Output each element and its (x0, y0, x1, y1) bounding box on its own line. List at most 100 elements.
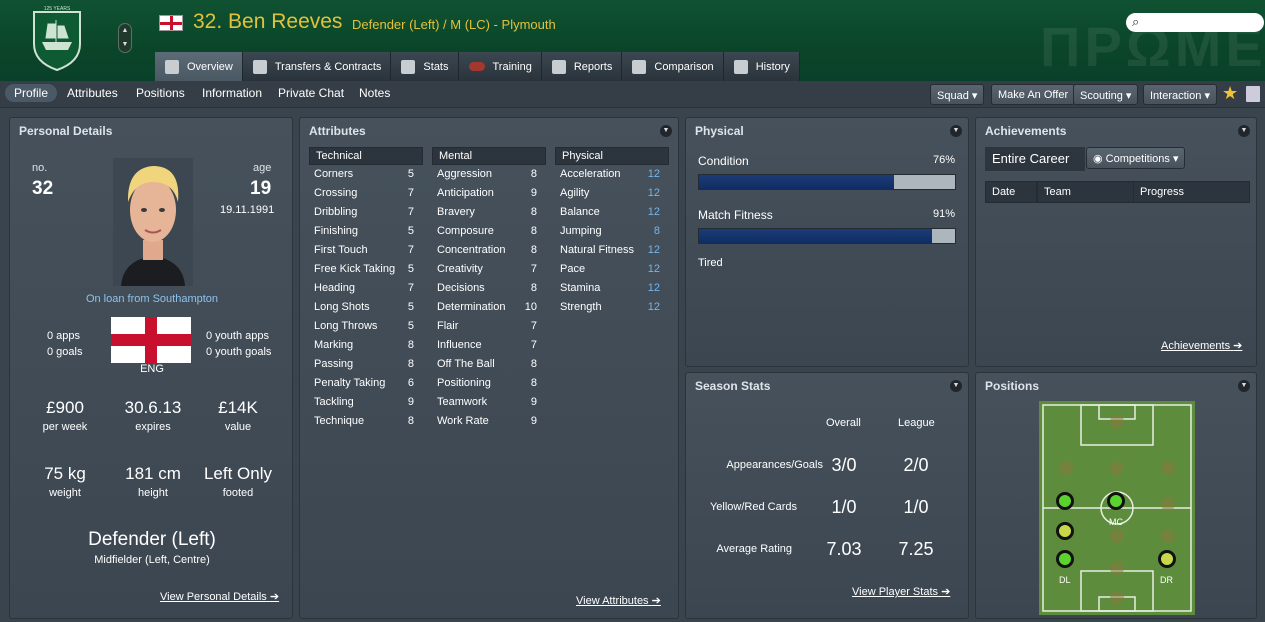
position-dot-dr[interactable] (1158, 550, 1176, 568)
view-personal-details-link[interactable]: View Personal Details ➔ (160, 590, 279, 603)
player-subtitle: Defender (Left) / M (LC) - Plymouth (352, 17, 556, 32)
personal-details-panel: Personal Details no. 32 age 19 19.11.199… (9, 117, 293, 619)
arrow-right-icon: ➔ (269, 591, 280, 603)
competitions-dropdown[interactable]: ◉ Competitions ▾ (1086, 147, 1186, 169)
arrow-right-icon: ➔ (941, 586, 951, 598)
appearances-league: 2/0 (903, 455, 929, 475)
shortlist-star-icon[interactable]: ★ (1222, 83, 1238, 104)
subnav-notes[interactable]: Notes (359, 86, 390, 100)
make-an-offer-button[interactable]: Make An Offer (991, 84, 1076, 105)
subnav-information[interactable]: Information (202, 86, 262, 100)
position-dot-wbl[interactable] (1056, 522, 1074, 540)
tab-transfers-contracts[interactable]: Transfers & Contracts (242, 52, 392, 81)
attribute-value: 5 (407, 225, 414, 237)
attribute-name: Long Shots (314, 301, 370, 313)
interaction-dropdown[interactable]: Interaction ▾ (1143, 84, 1217, 105)
attribute-name: Bravery (437, 206, 475, 218)
number-label: no. (32, 162, 48, 174)
attribute-value: 7 (407, 206, 414, 218)
position-pitch: MC DL DR (1039, 401, 1195, 615)
subnav-private-chat[interactable]: Private Chat (278, 86, 344, 100)
position-slot-dmc (1110, 529, 1124, 543)
condition-value: 76% (933, 154, 956, 166)
attribute-name: Dribbling (314, 206, 358, 218)
tab-training[interactable]: Training (458, 52, 542, 81)
attribute-value: 8 (530, 282, 537, 294)
date-column-header[interactable]: Date (985, 181, 1037, 203)
view-attributes-link[interactable]: View Attributes ➔ (576, 594, 661, 607)
loan-status[interactable]: On loan from Southampton (10, 293, 294, 305)
squad-dropdown[interactable]: Squad ▾ (930, 84, 985, 105)
attribute-name: Positioning (437, 377, 491, 389)
scouting-dropdown[interactable]: Scouting ▾ (1073, 84, 1139, 105)
attribute-name: Free Kick Taking (314, 263, 396, 275)
england-flag (111, 317, 191, 363)
subnav-positions[interactable]: Positions (136, 86, 185, 100)
youth-apps-count: 0 youth apps (206, 330, 269, 342)
progress-column-header[interactable]: Progress (1133, 181, 1250, 203)
age-label: age (253, 162, 272, 174)
panel-menu-icon[interactable]: ▼ (1238, 380, 1250, 392)
league-column-header: League (898, 417, 935, 429)
condition-label: Condition (698, 154, 749, 168)
attribute-name: Influence (437, 339, 482, 351)
height-label: height (138, 487, 168, 499)
position-slot-sw (1110, 591, 1124, 605)
cards-overall: 1/0 (831, 497, 857, 517)
arrow-right-icon: ➔ (651, 595, 661, 607)
attribute-name: Corners (314, 168, 354, 180)
attribute-value: 7 (407, 187, 414, 199)
overall-column-header: Overall (826, 417, 861, 429)
tab-stats[interactable]: Stats (391, 52, 459, 81)
view-player-stats-link[interactable]: View Player Stats ➔ (852, 585, 950, 598)
height-value: 181 cm (125, 464, 181, 483)
goals-count: 0 goals (47, 346, 83, 358)
position-dot-mc[interactable] (1107, 492, 1125, 510)
attribute-value: 10 (524, 301, 537, 313)
eye-icon: ◉ (1093, 153, 1103, 165)
position-dot-ml[interactable] (1056, 492, 1074, 510)
attribute-name: Jumping (560, 225, 602, 237)
rugby-ball-icon (468, 62, 485, 71)
position-slot-dc (1110, 561, 1124, 575)
player-scroll-arrows[interactable]: ▲ ▼ (118, 23, 132, 53)
footed-label: footed (222, 487, 254, 499)
panel-menu-icon[interactable]: ▼ (660, 125, 672, 137)
panel-menu-icon[interactable]: ▼ (950, 380, 962, 392)
attribute-value: 12 (647, 244, 660, 256)
position-dot-dl[interactable] (1056, 550, 1074, 568)
tab-history[interactable]: History (723, 52, 800, 81)
attribute-name: First Touch (314, 244, 368, 256)
attribute-value: 7 (407, 244, 414, 256)
footed-value: Left Only (203, 464, 273, 483)
notes-icon[interactable] (1246, 86, 1260, 102)
yellow-red-cards-label: Yellow/Red Cards (709, 501, 797, 513)
attribute-name: Decisions (437, 282, 485, 294)
entire-career-tab[interactable]: Entire Career (985, 147, 1085, 171)
profile-card-icon (165, 59, 179, 74)
apps-count: 0 apps (47, 330, 81, 342)
achievements-link[interactable]: Achievements ➔ (1161, 339, 1242, 352)
appearances-goals-label: Appearances/Goals (726, 459, 823, 471)
position-slot-gk (1110, 415, 1124, 429)
attribute-value: 5 (407, 168, 414, 180)
appearances-overall: 3/0 (831, 455, 857, 475)
subnav-profile[interactable]: Profile (5, 84, 58, 102)
tab-reports[interactable]: Reports (541, 52, 623, 81)
attribute-name: Balance (560, 206, 600, 218)
panel-title: Physical (695, 124, 744, 138)
subnav-attributes[interactable]: Attributes (67, 86, 118, 100)
tab-overview[interactable]: Overview (155, 52, 243, 81)
search-input[interactable]: ⌕ (1126, 13, 1264, 32)
attribute-name: Pace (560, 263, 586, 275)
team-column-header[interactable]: Team (1037, 181, 1139, 203)
attribute-name: Off The Ball (437, 358, 495, 370)
panel-menu-icon[interactable]: ▼ (1238, 125, 1250, 137)
attribute-name: Heading (314, 282, 355, 294)
season-stats-panel: Season Stats ▼ Overall League Appearance… (685, 372, 969, 619)
panel-title: Season Stats (695, 379, 771, 393)
panel-title: Achievements (985, 124, 1067, 138)
panel-menu-icon[interactable]: ▼ (950, 125, 962, 137)
tab-comparison[interactable]: Comparison (622, 52, 724, 81)
condition-bar-fill (699, 175, 894, 189)
